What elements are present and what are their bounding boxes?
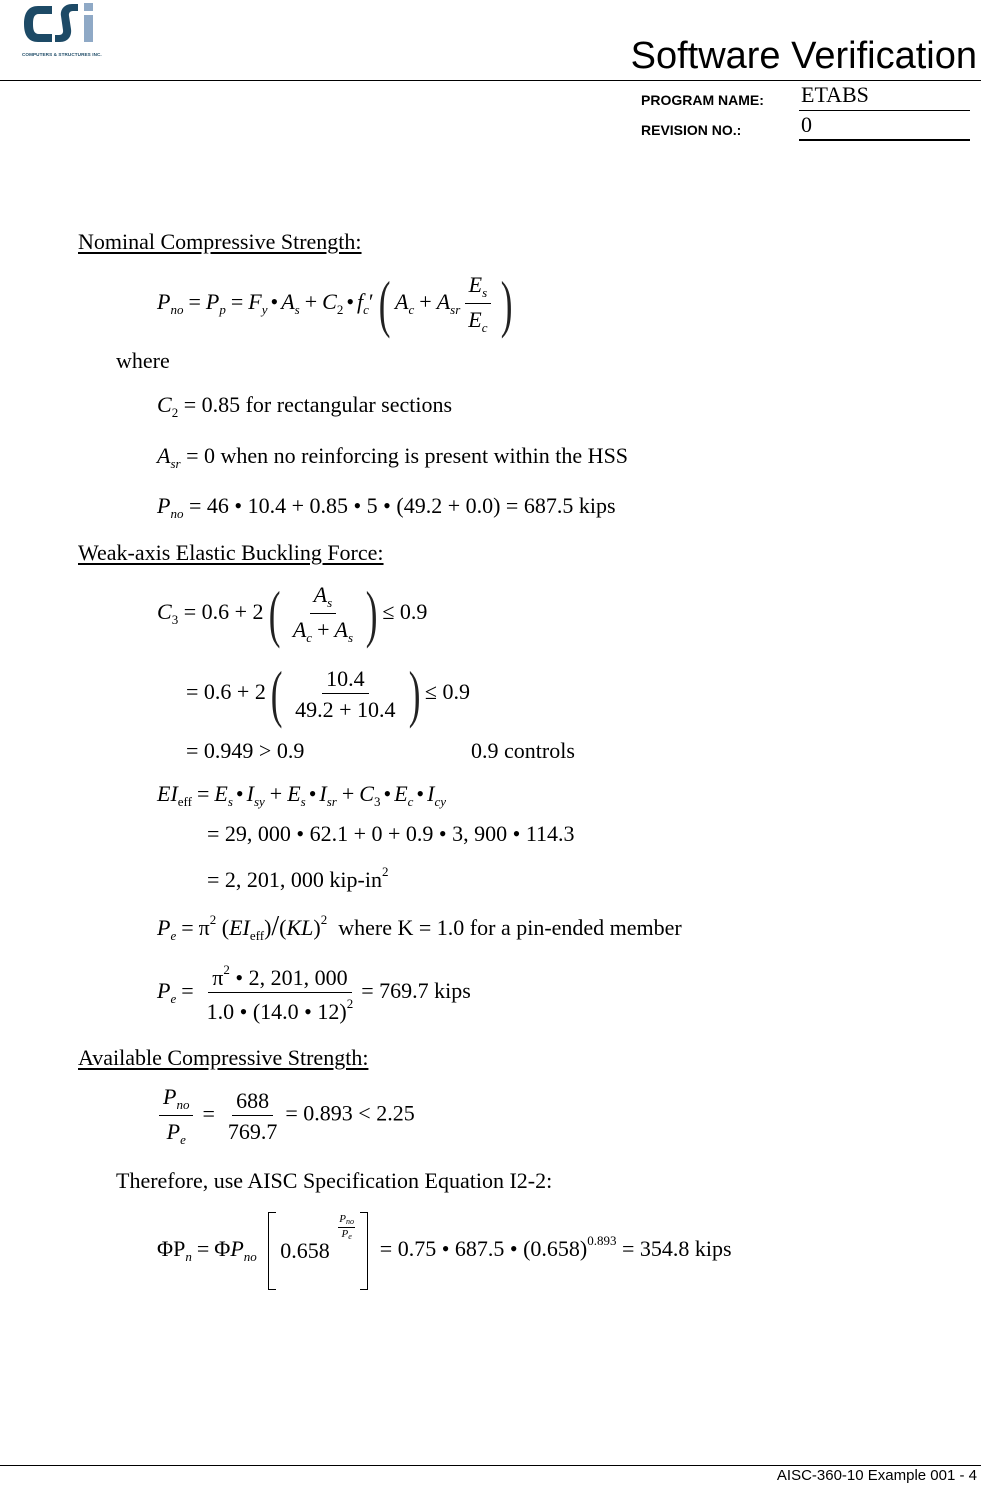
page-title: Software Verification <box>630 35 977 77</box>
revision-underline <box>799 139 970 141</box>
section-heading-available: Available Compressive Strength: <box>78 1045 369 1070</box>
section-heading-nominal: Nominal Compressive Strength: <box>78 229 362 254</box>
equation-phi-pn: ΦPn = ΦPno 0.658 Pno Pe = 0.75 • 687.5 • (… <box>157 1212 732 1290</box>
equation-asr: Asr = 0 when no reinforcing is present w… <box>157 443 629 471</box>
equation-ratio: Pno Pe = 688 769.7 = 0.893 < 2.25 <box>155 1085 415 1146</box>
csi-logo-icon <box>24 3 93 42</box>
equation-c3-definition: C3 = 0.6 + 2(As Ac + As) ≤ 0.9 <box>157 578 428 649</box>
c3-controls-note: 0.9 controls <box>471 738 575 763</box>
revision-label: REVISION NO.: <box>641 122 742 138</box>
equation-ei-substituted: = 29, 000 • 62.1 + 0 + 0.9 • 3, 900 • 11… <box>207 821 575 846</box>
therefore-text: Therefore, use AISC Specification Equati… <box>116 1168 553 1193</box>
equation-pno-definition: Pno = Pp = Fy • As + C2 • fc′(Ac + Asr Es Ec) <box>157 268 513 339</box>
equation-c2: C2 = 0.85 for rectangular sections <box>157 392 453 420</box>
exponent-fraction: Pno Pe <box>338 1213 356 1241</box>
equation-ei-definition: EIeff = Es • Isy + Es • Isr + C3 • Ec • Icy <box>157 781 446 809</box>
equation-pno-calc: Pno = 46 • 10.4 + 0.85 • 5 • (49.2 + 0.0… <box>157 493 616 521</box>
program-name-underline <box>799 110 970 111</box>
equation-pe-definition: Pe = π2 (EIeff)/(KL)2 where K = 1.0 for a … <box>157 911 682 943</box>
footer-divider <box>0 1465 981 1466</box>
equation-pe-calc: Pe = π2 • 2, 201, 000 1.0 • (14.0 • 12)2 = 7… <box>157 962 471 1025</box>
equation-c3-substituted: = 0.6 + 2(10.4 49.2 + 10.4) ≤ 0.9 <box>186 658 470 729</box>
where-label: where <box>116 348 170 373</box>
page-footer: AISC-360-10 Example 001 - 4 <box>776 1467 977 1484</box>
section-heading-buckling: Weak-axis Elastic Buckling Force: <box>78 540 384 565</box>
bracket-expression: 0.658 Pno Pe <box>268 1212 369 1290</box>
pe-note: where K = 1.0 for a pin-ended member <box>338 915 682 940</box>
program-name-label: PROGRAM NAME: <box>641 92 764 108</box>
csi-logo: COMPUTERS & STRUCTURES INC. <box>22 2 112 62</box>
equation-ei-result: = 2, 201, 000 kip-in2 <box>207 864 389 892</box>
logo-tagline: COMPUTERS & STRUCTURES INC. <box>22 52 102 57</box>
program-name-value: ETABS <box>801 82 869 107</box>
pno-calc-value: = 46 • 10.4 + 0.85 • 5 • (49.2 + 0.0) = … <box>188 493 616 518</box>
c2-value: = 0.85 for rectangular sections <box>183 392 453 417</box>
header-divider <box>0 80 981 81</box>
asr-value: = 0 when no reinforcing is present withi… <box>186 443 629 468</box>
revision-value: 0 <box>801 112 812 137</box>
equation-c3-result: = 0.949 > 0.9 <box>186 738 305 763</box>
